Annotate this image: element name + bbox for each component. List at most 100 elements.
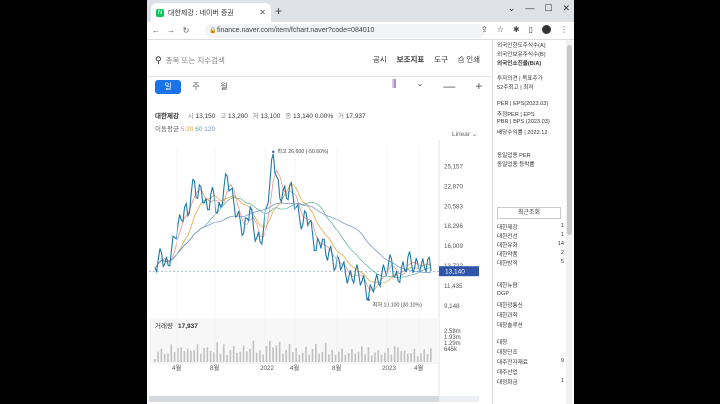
disclosure-button[interactable]: 공시 [373, 54, 387, 65]
panel-mid-item[interactable]: 52주최고 | 최저 [497, 83, 534, 91]
scale-select[interactable]: Linear ⌄ [452, 130, 477, 138]
panel-sector[interactable]: 동일업종 등락률 [497, 160, 535, 168]
extensions-icon[interactable]: ✱ [513, 25, 520, 34]
panel-top-item-label: 외국인보유주식수(B) [497, 52, 546, 58]
volume-bar [259, 350, 261, 362]
recent-item[interactable]: 대한약품 [497, 250, 518, 258]
volume-bar [380, 354, 383, 362]
volume-bar [160, 348, 163, 362]
chart-scroll-thumb[interactable] [149, 396, 439, 402]
volume-bar [315, 344, 317, 362]
volume-bar [423, 349, 426, 362]
recent-item[interactable]: 대한유화 [497, 241, 518, 249]
url-input[interactable]: 🔒 finance.naver.com/item/fchart.naver?cod… [205, 24, 485, 38]
more-item[interactable]: 대창단조 [497, 348, 518, 356]
chevron-down-icon: ⌄ [471, 131, 478, 138]
panel-top-item[interactable]: 외국인한도주식수(A) [497, 41, 546, 49]
bookmark-star-icon[interactable]: ☆ [497, 25, 504, 34]
back-arrow-icon[interactable]: ← [150, 26, 162, 35]
reload-icon[interactable]: ↻ [180, 26, 192, 35]
more-item[interactable]: 대창 [497, 338, 507, 346]
zoom-in-button[interactable]: + [475, 79, 482, 93]
new-tab-button[interactable]: + [275, 4, 282, 18]
volume-bar [410, 353, 412, 362]
panel-mid-item[interactable]: 투자의견 | 목표주가 [497, 74, 543, 82]
tab-weekly[interactable]: 주 [183, 80, 209, 94]
chart-controls: ⫼ ⌄ — + [392, 79, 482, 93]
panel-metric[interactable]: PBR | BPS (2023.03) [497, 119, 550, 125]
recent-item[interactable]: 대한제강 [497, 223, 518, 231]
ma-60[interactable]: 60 [195, 126, 202, 133]
ma-5[interactable]: 5 [181, 126, 185, 133]
panel-metric[interactable]: PER | EPS(2023.03) [497, 101, 548, 107]
zoom-out-button[interactable]: — [443, 79, 455, 93]
forward-arrow-icon[interactable]: → [165, 26, 177, 35]
panel-sector-label: 동일업종 PER [497, 153, 531, 159]
related-item[interactable]: 대한과학 [497, 311, 518, 319]
printer-icon: ⎙ [458, 55, 467, 64]
price-tick-label: 18,296 [444, 223, 463, 230]
recent-item-count: 2 [560, 250, 564, 256]
price-tick-label: 22,870 [444, 183, 463, 190]
share-icon[interactable]: ⇪ [481, 25, 488, 34]
menu-dots-icon[interactable]: ⋮ [560, 25, 568, 34]
panel-metric[interactable]: 추정PER | EPS [497, 110, 535, 118]
avatar[interactable] [542, 25, 551, 34]
search-input[interactable]: 종목 또는 지수검색 [166, 55, 225, 66]
more-item-label: 대주산업 [497, 370, 518, 376]
candle-type-icon[interactable]: ⫼ [392, 79, 397, 93]
recent-item[interactable]: 대한전선 [497, 232, 518, 240]
price-chart[interactable]: 25,15722,87020,58318,29616,00913,72211,4… [147, 140, 492, 404]
volume-bar [180, 347, 182, 362]
high-annotation: 최고 26,600 (-50.60%) [277, 147, 328, 155]
related-item-label: 대한뉴팜 [497, 283, 518, 289]
panel-top-item[interactable]: 외국인보유주식수(B) [497, 50, 546, 58]
more-item[interactable]: 대주산업 [497, 368, 518, 376]
volume-bar [170, 344, 173, 362]
volume-bar [272, 347, 274, 362]
maximize-button[interactable]: ☐ [544, 3, 552, 14]
close-window-button[interactable]: ✕ [562, 3, 570, 14]
volume-bar [321, 352, 324, 362]
volume-bar [196, 344, 199, 362]
scrollbar-thumb[interactable] [567, 45, 572, 235]
more-item[interactable]: 대주전자재료 [497, 358, 528, 366]
recent-tab[interactable]: 최근조회 [497, 207, 561, 219]
recent-item-count: 14 [557, 241, 564, 247]
price-line [154, 153, 432, 301]
url-text: finance.naver.com/item/fchart.naver?code… [217, 27, 375, 34]
tools-button[interactable]: 도구 [434, 54, 448, 65]
indicators-button[interactable]: 보조지표 [397, 54, 425, 65]
related-item[interactable]: 대한광통신 [497, 301, 523, 309]
browser-tab[interactable]: N 대한제강 : 네이버 증권 ✕ [151, 3, 271, 22]
change-value: 0.00% [314, 113, 334, 120]
close-tab-icon[interactable]: ✕ [259, 8, 266, 17]
sidepanel-icon[interactable]: ▯ [529, 25, 533, 34]
open-value: 13,150 [195, 113, 216, 120]
panel-top-item[interactable]: 외국인소진율(B/A) [497, 59, 541, 67]
panel-metric[interactable]: 배당수익률 | 2022.12 [497, 128, 548, 136]
related-item[interactable]: 대창솔루션 [497, 321, 523, 329]
more-item[interactable]: 대정화금 [497, 378, 518, 386]
panel-mid-item-label: 투자의견 | 목표주가 [497, 76, 543, 82]
recent-item[interactable]: 대한방직 [497, 259, 518, 267]
volume-bar [262, 354, 265, 362]
print-button[interactable]: ⎙ 인쇄 [458, 54, 480, 65]
recent-item-label: 대한방직 [497, 261, 518, 267]
tab-daily[interactable]: 일 [155, 80, 181, 94]
ma-20[interactable]: 20 [186, 126, 193, 133]
stock-search[interactable]: ⚲ 종목 또는 지수검색 [155, 55, 225, 66]
tab-monthly[interactable]: 월 [211, 80, 237, 94]
volume-bar [390, 354, 393, 362]
ma-120[interactable]: 120 [204, 126, 215, 133]
related-item[interactable]: DGP [497, 291, 509, 297]
chevron-down-icon[interactable]: ⌄ [417, 79, 424, 93]
chevron-down-icon[interactable]: ⌄ [508, 3, 516, 14]
minimize-button[interactable]: — [525, 3, 534, 14]
volume-bar [344, 354, 347, 362]
volume-bar [364, 354, 366, 362]
volume-bar [341, 348, 343, 362]
volume-bar [223, 344, 225, 362]
panel-sector[interactable]: 동일업종 PER [497, 151, 531, 159]
related-item[interactable]: 대한뉴팜 [497, 281, 518, 289]
